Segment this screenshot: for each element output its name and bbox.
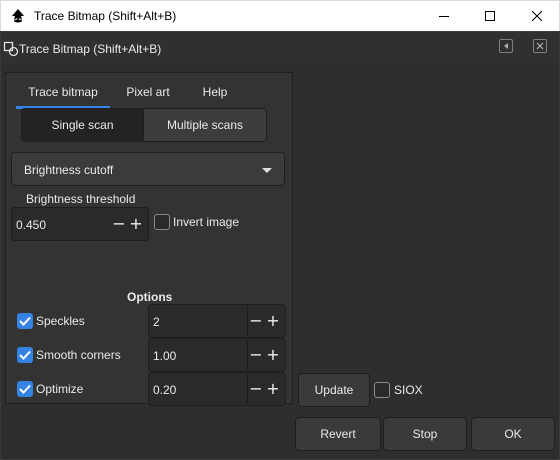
smooth-corners-label: Smooth corners <box>36 348 121 362</box>
speckles-value: 2 <box>153 315 160 329</box>
close-button[interactable] <box>514 1 560 31</box>
speckles-stepper[interactable]: 2 − + <box>148 304 286 338</box>
scan-mode-toggle: Single scan Multiple scans <box>21 108 267 142</box>
stepper-divider <box>247 374 248 404</box>
trace-bitmap-dialog: Trace Bitmap (Shift+Alt+B) Trace bitmap … <box>0 31 560 460</box>
smooth-corners-stepper[interactable]: 1.00 − + <box>148 338 286 372</box>
decrement-button[interactable]: − <box>249 381 263 397</box>
checkmark-icon <box>19 350 31 360</box>
maximize-button[interactable] <box>467 1 513 31</box>
optimize-checkbox[interactable] <box>17 381 33 397</box>
minimize-button[interactable] <box>421 1 467 31</box>
optimize-value: 0.20 <box>153 383 177 397</box>
ok-button[interactable]: OK <box>471 417 555 451</box>
increment-button[interactable]: + <box>129 216 143 232</box>
speckles-checkbox[interactable] <box>17 313 33 329</box>
decrement-button[interactable]: − <box>249 313 263 329</box>
checkmark-icon <box>19 384 31 394</box>
options-heading: Options <box>127 290 173 304</box>
decrement-button[interactable]: − <box>249 347 263 363</box>
decrement-button[interactable]: − <box>112 216 126 232</box>
trace-bitmap-icon <box>3 41 19 57</box>
invert-image-label: Invert image <box>173 215 240 229</box>
siox-checkbox[interactable] <box>374 382 390 398</box>
chevron-down-icon <box>262 168 272 173</box>
dialog-header: Trace Bitmap (Shift+Alt+B) <box>1 32 559 64</box>
increment-button[interactable]: + <box>266 313 280 329</box>
stop-button[interactable]: Stop <box>383 417 467 451</box>
dock-left-icon <box>504 43 508 49</box>
optimize-label: Optimize <box>36 382 84 396</box>
stepper-divider <box>247 340 248 370</box>
increment-button[interactable]: + <box>266 347 280 363</box>
optimize-stepper[interactable]: 0.20 − + <box>148 372 286 406</box>
close-icon <box>532 11 542 21</box>
siox-label: SIOX <box>394 383 423 397</box>
brightness-threshold-label: Brightness threshold <box>26 192 136 206</box>
dialog-title: Trace Bitmap (Shift+Alt+B) <box>19 42 162 56</box>
inkscape-logo-icon <box>12 9 24 23</box>
window-titlebar: Trace Bitmap (Shift+Alt+B) <box>0 0 560 31</box>
smooth-corners-value: 1.00 <box>153 349 177 363</box>
increment-button[interactable]: + <box>266 381 280 397</box>
close-panel-icon <box>536 42 544 50</box>
window-title: Trace Bitmap (Shift+Alt+B) <box>34 9 177 23</box>
tab-trace-bitmap[interactable]: Trace bitmap <box>16 77 110 109</box>
brightness-threshold-value: 0.450 <box>16 218 47 232</box>
maximize-icon <box>485 11 495 21</box>
brightness-threshold-stepper[interactable]: 0.450 − + <box>11 207 149 241</box>
invert-image-checkbox[interactable] <box>154 214 170 230</box>
smooth-corners-checkbox[interactable] <box>17 347 33 363</box>
multiple-scans-button[interactable]: Multiple scans <box>143 109 266 141</box>
minimize-icon <box>439 16 449 17</box>
checkmark-icon <box>19 316 31 326</box>
single-scan-button[interactable]: Single scan <box>22 109 143 141</box>
close-panel-button[interactable] <box>533 39 547 53</box>
revert-button[interactable]: Revert <box>295 417 381 451</box>
detection-mode-dropdown[interactable]: Brightness cutoff <box>11 152 285 186</box>
stepper-divider <box>247 306 248 336</box>
dock-button[interactable] <box>499 39 513 53</box>
tab-pixel-art[interactable]: Pixel art <box>120 77 176 109</box>
tab-help[interactable]: Help <box>194 77 236 109</box>
speckles-label: Speckles <box>36 314 85 328</box>
update-button[interactable]: Update <box>298 373 370 407</box>
detection-mode-value: Brightness cutoff <box>24 163 114 177</box>
